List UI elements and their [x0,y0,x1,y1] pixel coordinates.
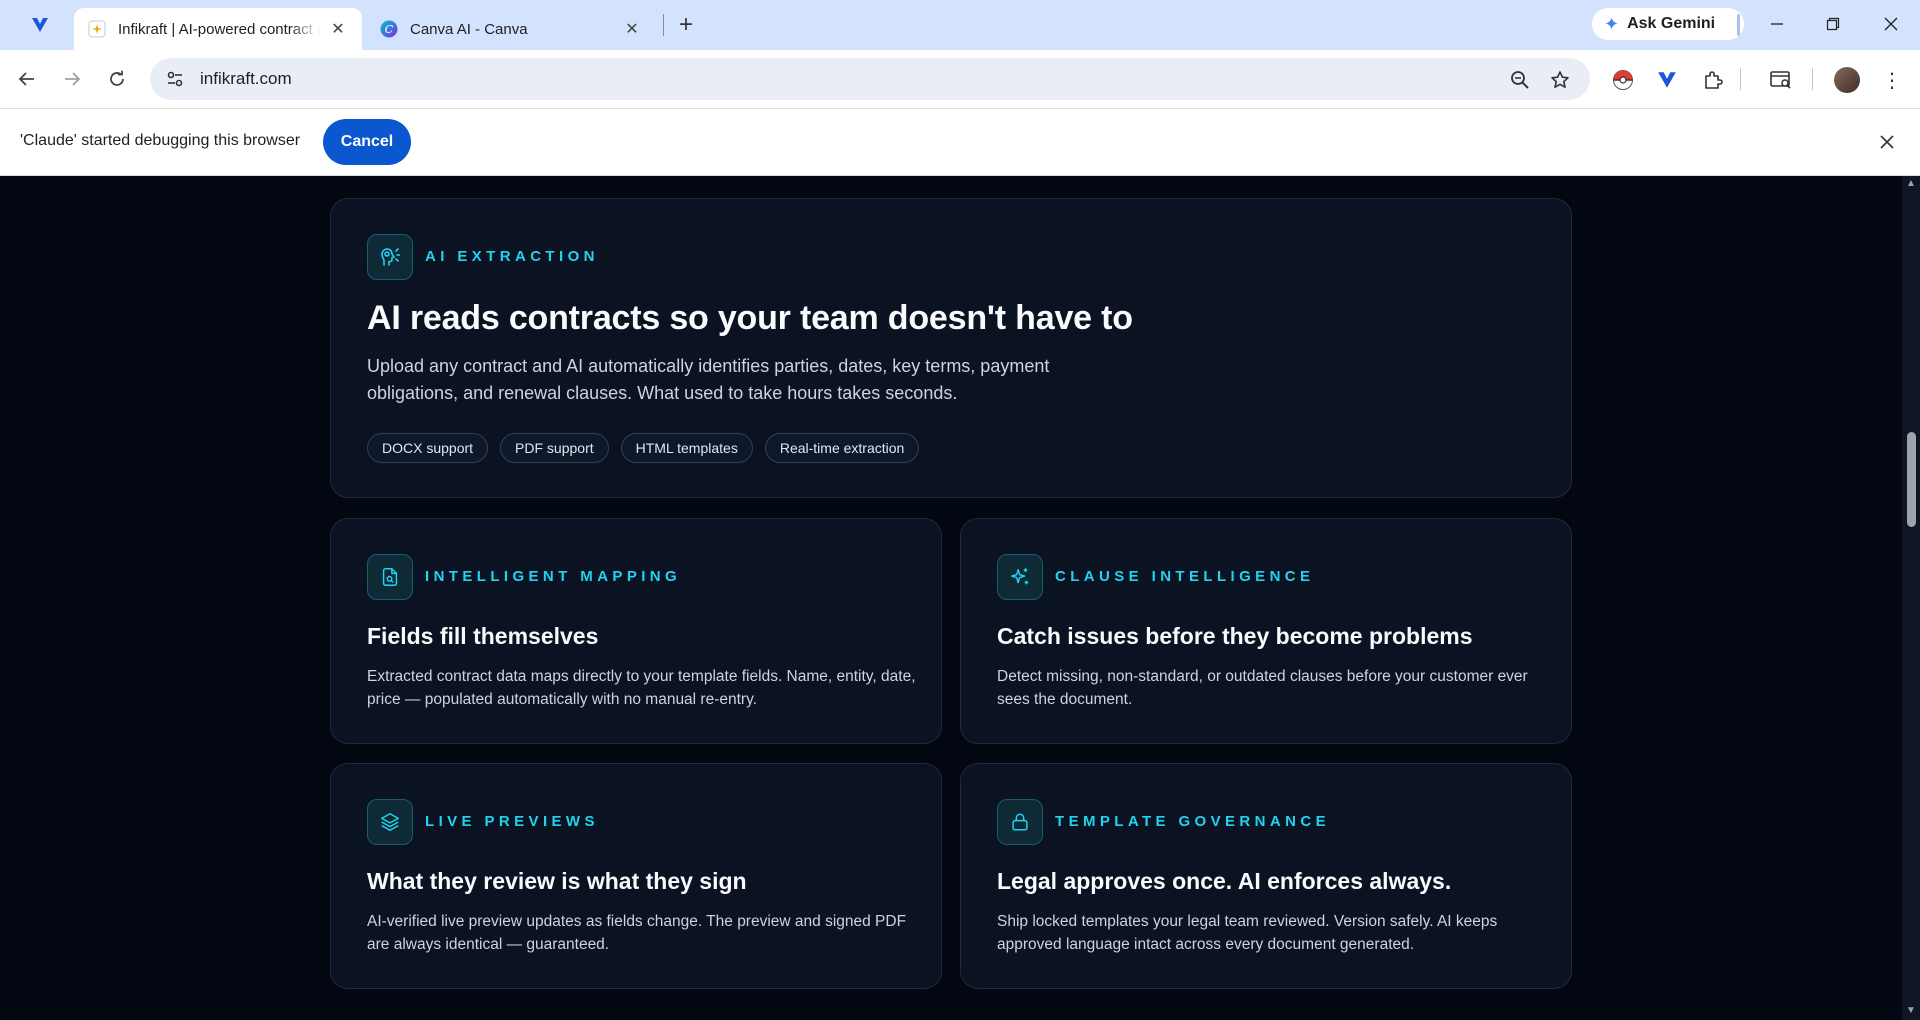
address-bar[interactable]: infikraft.com [150,58,1590,100]
hero-eyebrow: AI EXTRACTION [425,248,599,265]
hero-title: AI reads contracts so your team doesn't … [367,299,1133,337]
bookmark-star-icon[interactable] [1548,68,1572,92]
tab-search-icon[interactable] [1768,67,1794,93]
window-close-button[interactable] [1866,8,1916,40]
scrollbar-thumb[interactable] [1907,432,1916,527]
feature-description: Detect missing, non-standard, or outdate… [997,668,1528,708]
forward-button[interactable] [55,62,89,96]
toolbar-separator [1740,68,1741,90]
chip-docx: DOCX support [367,433,489,463]
page-viewport: AI EXTRACTION AI reads contracts so your… [0,176,1902,1020]
minimize-button[interactable] [1752,8,1802,40]
browser-menu-icon[interactable]: ⋮ [1880,66,1904,94]
debugging-infobar: 'Claude' started debugging this browser … [0,108,1920,176]
ai-extraction-card: AI EXTRACTION AI reads contracts so your… [330,198,1572,498]
tab-close-icon[interactable]: ✕ [622,19,642,39]
tab-strip: Infikraft | AI-powered contract i ✕ C Ca… [0,0,1920,50]
tab-title: Infikraft | AI-powered contract i [118,20,320,38]
scroll-up-arrow-icon[interactable]: ▲ [1906,179,1916,189]
restore-button[interactable] [1808,8,1858,40]
debugging-message: 'Claude' started debugging this browser [20,132,301,149]
url-text[interactable]: infikraft.com [200,69,292,89]
tab-search-app-icon[interactable] [24,12,56,38]
profile-avatar[interactable] [1834,67,1860,93]
tab-close-icon[interactable]: ✕ [328,19,348,39]
format-chips: DOCX support PDF support HTML templates … [367,433,920,463]
tab-title: Canva AI - Canva [410,20,528,38]
tab-infikraft[interactable]: Infikraft | AI-powered contract i ✕ [74,8,362,50]
template-governance-card: TEMPLATE GOVERNANCE Legal approves once.… [960,763,1572,989]
tab-canva[interactable]: C Canva AI - Canva ✕ [366,8,656,50]
feature-title: Legal approves once. AI enforces always. [997,868,1452,894]
feature-title: What they review is what they sign [367,868,747,894]
svg-text:C: C [385,23,394,36]
tab-separator [663,14,664,36]
zoom-icon[interactable] [1508,68,1532,92]
chip-html: HTML templates [620,433,753,463]
clause-intelligence-card: CLAUSE INTELLIGENCE Catch issues before … [960,518,1572,744]
gemini-spark-icon: ✦ [1604,13,1620,34]
live-previews-card: LIVE PREVIEWS What they review is what t… [330,763,942,989]
feature-description: Ship locked templates your legal team re… [997,913,1498,953]
hero-description: Upload any contract and AI automatically… [367,356,1050,403]
chip-realtime: Real-time extraction [764,433,920,463]
page-scrollbar[interactable]: ▲ ▼ [1902,176,1920,1020]
reload-button[interactable] [100,62,134,96]
sparkles-icon [997,554,1043,600]
v-extension-icon[interactable] [1654,67,1680,93]
canva-favicon-icon: C [380,20,398,38]
feature-eyebrow: LIVE PREVIEWS [425,813,599,830]
back-button[interactable] [10,62,44,96]
ask-gemini-label: Ask Gemini [1627,15,1716,32]
feature-title: Catch issues before they become problems [997,623,1473,649]
feature-eyebrow: INTELLIGENT MAPPING [425,568,682,585]
layers-icon [367,799,413,845]
gemini-separator [1737,14,1740,36]
site-settings-icon[interactable] [164,68,186,90]
file-search-icon [367,554,413,600]
pokeball-extension-icon[interactable] [1610,67,1636,93]
feature-eyebrow: CLAUSE INTELLIGENCE [1055,568,1315,585]
ask-gemini-button[interactable]: ✦ Ask Gemini [1592,8,1744,40]
infobar-close-icon[interactable] [1874,129,1900,155]
infikraft-favicon-icon [88,20,106,38]
feature-eyebrow: TEMPLATE GOVERNANCE [1055,813,1330,830]
scroll-down-arrow-icon[interactable]: ▼ [1906,1006,1916,1016]
intelligent-mapping-card: INTELLIGENT MAPPING Fields fill themselv… [330,518,942,744]
toolbar-separator [1812,68,1813,90]
extensions-puzzle-icon[interactable] [1700,67,1726,93]
cancel-debugging-button[interactable]: Cancel [323,119,411,165]
browser-toolbar: infikraft.com ⋮ [0,50,1920,108]
new-tab-button[interactable]: + [672,11,700,39]
lock-icon [997,799,1043,845]
ai-extraction-icon [367,234,413,280]
feature-description: AI-verified live preview updates as fiel… [367,913,907,953]
feature-description: Extracted contract data maps directly to… [367,668,916,708]
feature-title: Fields fill themselves [367,623,599,649]
chip-pdf: PDF support [500,433,609,463]
